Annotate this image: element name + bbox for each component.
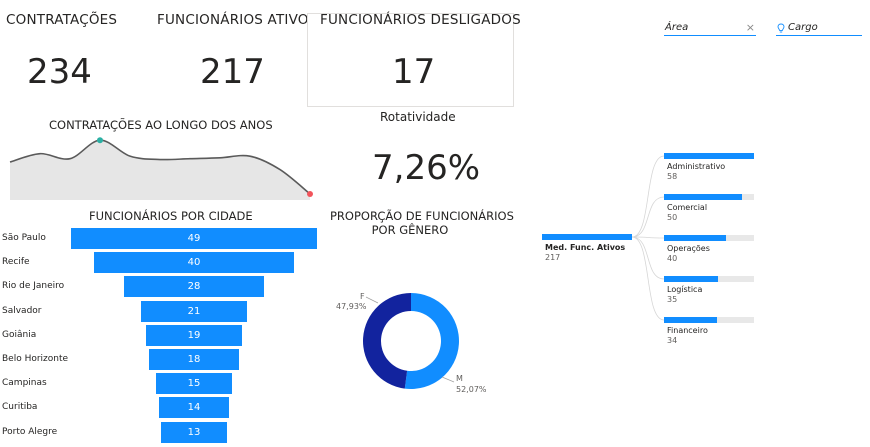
tree-root-value: 217	[545, 253, 561, 262]
donut-title-line2: POR GÊNERO	[371, 223, 449, 237]
gender-donut-chart[interactable]: F47,93% M 52,07%	[330, 285, 500, 400]
tree-node-value: 35	[667, 295, 678, 304]
funnel-bar[interactable]: 40	[93, 252, 295, 274]
donut-value-m: 52,07%	[456, 385, 487, 394]
funnel-category-label: São Paulo	[2, 233, 46, 243]
rotatividade-title: Rotatividade	[380, 110, 456, 124]
tree-bar[interactable]	[664, 153, 754, 159]
tree-root-bar[interactable]	[542, 234, 632, 240]
donut-title: PROPORÇÃO DE FUNCIONÁRIOS POR GÊNERO	[330, 209, 514, 237]
city-funnel-chart[interactable]: São Paulo 49 Recife 40 Rio de Janeiro 28 Salva…	[0, 0, 330, 447]
funnel-bar[interactable]: 18	[148, 349, 240, 370]
rotatividade-value: 7,26%	[372, 148, 481, 188]
funnel-category-label: Salvador	[2, 305, 42, 316]
tree-node-label: Operações	[667, 244, 710, 253]
tree-connector	[631, 155, 665, 238]
donut-title-line1: PROPORÇÃO DE FUNCIONÁRIOS	[330, 209, 514, 223]
tree-connector	[631, 236, 665, 321]
tree-node-value: 58	[667, 172, 678, 181]
tree-node-label: Administrativo	[667, 162, 726, 171]
funnel-bar[interactable]: 15	[156, 373, 232, 395]
donut-value-f: 47,93%	[336, 302, 367, 311]
tree-bar[interactable]	[664, 235, 727, 241]
tree-bar[interactable]	[664, 317, 717, 323]
tree-node-label: Financeiro	[667, 326, 708, 335]
donut-slice-m[interactable]	[404, 293, 459, 389]
cargo-slicer[interactable]: Cargo	[776, 22, 862, 36]
funnel-bar[interactable]: 14	[158, 397, 230, 419]
kpi-desligados-value: 17	[392, 52, 436, 92]
funnel-bar[interactable]: 21	[141, 300, 247, 322]
donut-slice-f[interactable]	[362, 293, 411, 389]
kpi-desligados-title: FUNCIONÁRIOS DESLIGADOS	[320, 12, 521, 28]
tree-connector	[631, 236, 665, 280]
cargo-slicer-label: Cargo	[788, 22, 818, 33]
funnel-bar[interactable]: 28	[123, 276, 265, 298]
tree-node-label: Comercial	[667, 203, 708, 212]
funnel-category-label: Rio de Janeiro	[2, 281, 65, 292]
tree-node-value: 40	[667, 254, 678, 263]
funnel-category-label: Belo Horizonte	[2, 354, 69, 364]
area-slicer[interactable]: Área ×	[664, 21, 756, 36]
tree-node-value: 34	[667, 336, 678, 345]
tree-bar[interactable]	[664, 194, 742, 200]
funnel-category-label: Goiânia	[2, 329, 37, 340]
lightbulb-icon	[777, 23, 785, 33]
funnel-bar[interactable]: 49	[71, 228, 317, 249]
tree-root-label: Med. Func. Ativos	[545, 243, 626, 252]
clear-icon[interactable]: ×	[746, 21, 755, 34]
donut-leader-f	[365, 296, 379, 304]
tree-connector	[631, 196, 665, 238]
area-slicer-label: Área	[665, 22, 689, 33]
funnel-bar[interactable]: 13	[161, 421, 227, 443]
tree-node-value: 50	[667, 213, 678, 222]
funnel-category-label: Curitiba	[2, 402, 38, 413]
tree-bar[interactable]	[664, 276, 719, 282]
funnel-category-label: Porto Alegre	[2, 426, 58, 437]
funnel-category-label: Campinas	[2, 378, 47, 389]
decomposition-tree[interactable]: Med. Func. Ativos 217 Administrativo 58 Co…	[520, 140, 780, 350]
funnel-category-label: Recife	[2, 257, 30, 268]
donut-label-m: M	[456, 374, 463, 383]
funnel-bar[interactable]: 19	[146, 324, 242, 346]
tree-node-label: Logística	[667, 285, 703, 294]
donut-label-f: F	[360, 292, 365, 301]
donut-leader-m	[441, 376, 455, 383]
